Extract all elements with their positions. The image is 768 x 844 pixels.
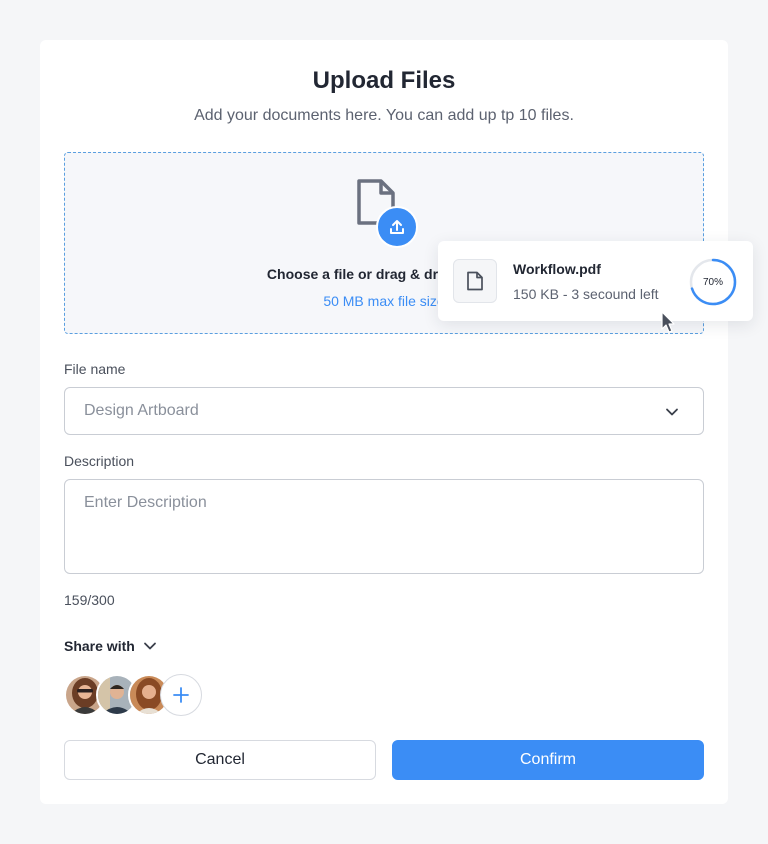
upload-progress-card: Workflow.pdf 150 KB - 3 secound left 70% [438,241,753,321]
dialog-title: Upload Files [312,67,456,94]
dialog-subtitle: Add your documents here. You can add up … [194,107,574,124]
plus-icon [173,687,189,703]
upload-dialog: Upload Files Add your documents here. Yo… [40,40,728,804]
add-user-button[interactable] [160,674,202,716]
character-counter: 159/300 [64,592,115,608]
file-name-value: Design Artboard [84,402,199,419]
chevron-down-icon [666,408,678,416]
file-name-label: File name [64,361,126,377]
upload-badge-icon [376,206,418,248]
file-name-select[interactable]: Design Artboard [64,387,704,435]
progress-percentage: 70% [702,276,723,288]
shared-users [64,674,214,716]
confirm-button[interactable]: Confirm [392,740,704,780]
upload-file-name: Workflow.pdf [513,261,601,277]
file-icon [453,259,497,303]
description-label: Description [64,453,135,469]
upload-file-meta: 150 KB - 3 secound left [513,286,659,302]
chevron-down-icon [143,642,156,650]
file-upload-icon [355,179,419,248]
share-with-toggle[interactable]: Share with [64,638,157,654]
mouse-cursor-icon [661,311,675,333]
description-textarea[interactable] [64,479,704,574]
share-with-label: Share with [64,638,135,654]
cancel-button[interactable]: Cancel [64,740,376,780]
